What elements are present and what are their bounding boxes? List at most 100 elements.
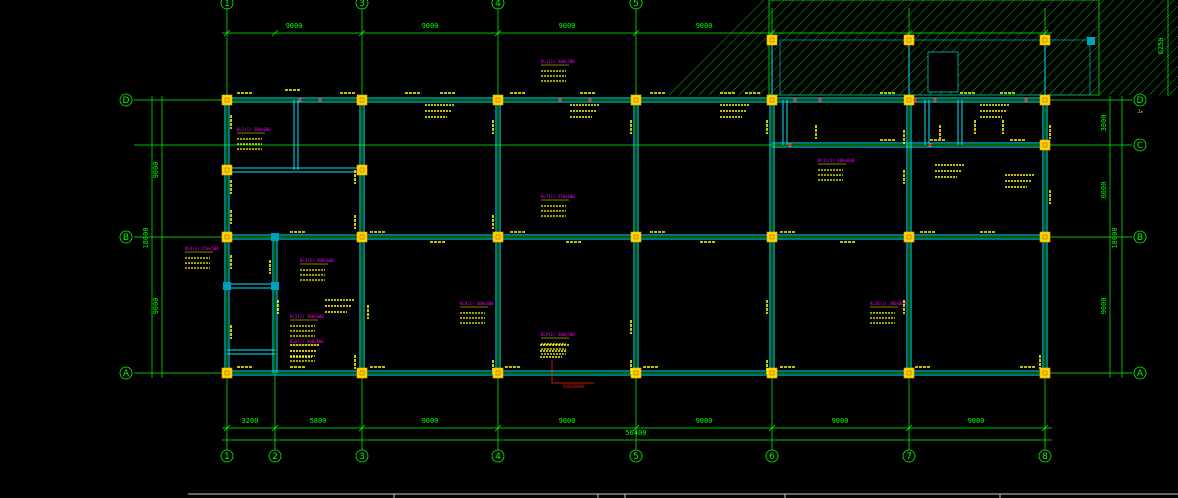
hatch-line [1118, 35, 1178, 96]
axis-bubble-top-3-label: 3 [359, 0, 365, 9]
axis-bubble-bottom-1-label: 1 [224, 452, 230, 462]
beam-label: KL7(1) 250x600 [541, 194, 575, 199]
column [221, 367, 233, 379]
red-marker-dot [928, 143, 932, 147]
dim-left-total: 18000 [142, 227, 150, 248]
axis-bubble-left-D-label: D [123, 96, 130, 106]
column [903, 34, 915, 46]
hatched-roof-area [668, 0, 1178, 96]
dim-right-1: 9000 [1100, 298, 1108, 315]
column-small [271, 233, 279, 241]
column [630, 367, 642, 379]
hatch-line [688, 0, 785, 96]
dim-top-4: 9000 [696, 22, 713, 30]
red-tag-text: XXXXXXXXX [563, 384, 585, 389]
axis-bubble-bottom-8-label: 8 [1042, 452, 1048, 462]
dim-bottom-1: 3200 [242, 417, 259, 425]
hatch-line [1028, 0, 1125, 96]
axis-bubble-bottom-3-label: 3 [359, 452, 365, 462]
column [903, 231, 915, 243]
dim-right-4: 18000 [1111, 227, 1119, 248]
column [356, 94, 368, 106]
dim-total: 56400 [625, 429, 646, 437]
hatch-line [958, 0, 1055, 96]
hatch-line [818, 0, 915, 96]
hatch-line [998, 0, 1095, 96]
hatch-line [728, 0, 825, 96]
dim-bottom-2: 5800 [310, 417, 327, 425]
annotation-2x: 2x [1138, 109, 1143, 114]
column [766, 231, 778, 243]
column [356, 367, 368, 379]
dim-right-3: 3000 [1100, 115, 1108, 132]
column [1039, 139, 1051, 151]
hatch-line [828, 0, 925, 96]
column [492, 367, 504, 379]
axis-bubble-bottom-6-label: 6 [769, 452, 775, 462]
column [356, 231, 368, 243]
column [1039, 231, 1051, 243]
beam-label: KL3(2) 300x600 [300, 258, 334, 263]
red-marker-dot [818, 98, 822, 102]
dim-bottom-4: 9000 [559, 417, 576, 425]
beam-label: KL1(1) 300x700 [541, 59, 575, 64]
column [221, 94, 233, 106]
beam-label: KL10(1) 300x600 [870, 301, 907, 306]
axis-bubble-bottom-5-label: 5 [633, 452, 639, 462]
hatch-line [1018, 0, 1115, 96]
beam-label: KL6(1) 300x600 [290, 339, 324, 344]
columns [221, 34, 1095, 379]
beam-label: KL11(1) 300x600 [818, 158, 855, 163]
dim-left-1: 9000 [152, 298, 160, 315]
column [630, 231, 642, 243]
beam-label: KL9(2) 300x700 [541, 332, 575, 337]
hatch-line [1068, 0, 1165, 96]
hatch-line [708, 0, 805, 96]
column [903, 367, 915, 379]
axis-bubble-bottom-7-label: 7 [906, 452, 912, 462]
dim-bottom-5: 9000 [696, 417, 713, 425]
red-marker-dot [298, 98, 302, 102]
dim-top: 9000 9000 9000 9000 [286, 22, 713, 30]
hatch-line [768, 0, 865, 96]
axis-bubble-top-4-label: 4 [495, 0, 501, 9]
axis-bubble-top-1-label: 1 [224, 0, 230, 9]
axis-bubble-right-B-label: B [1137, 233, 1143, 243]
red-marker-dot [913, 98, 917, 102]
dim-right-2: 6000 [1100, 182, 1108, 199]
hatch-line [1058, 0, 1155, 96]
column [766, 34, 778, 46]
column [221, 164, 233, 176]
hatch-line [758, 0, 855, 96]
hatch-line [978, 0, 1075, 96]
column [356, 164, 368, 176]
hatch-line [718, 0, 815, 96]
axis-bubble-bottom-4-label: 4 [495, 452, 501, 462]
beam-label: KL5(1) 300x600 [290, 314, 324, 319]
column [903, 94, 915, 106]
structural-plan-canvas: KL2(1) 300x600 KL1(1) 300x700 KL3(2) 300x6… [119, 0, 1178, 498]
hatch-line [778, 0, 875, 96]
red-marker-dot [793, 98, 797, 102]
axis-bubbles: 1 1 2 3 3 4 4 5 5 6 7 8 A A B B C D D [119, 0, 1147, 463]
column [630, 94, 642, 106]
column [492, 231, 504, 243]
hatch-line [988, 0, 1085, 96]
hatch-line [948, 0, 1045, 96]
hatch-line [838, 0, 935, 96]
axis-bubble-top-5-label: 5 [633, 0, 639, 9]
hatch-line [1038, 0, 1135, 96]
column [766, 367, 778, 379]
column-small [223, 282, 231, 290]
column-small [271, 282, 279, 290]
dim-right-top: 6250 [1157, 38, 1165, 55]
red-marker-dot [588, 98, 592, 102]
dim-top-1: 9000 [286, 22, 303, 30]
red-marker-dot [558, 98, 562, 102]
hatch-line [668, 0, 765, 96]
column-small [1087, 37, 1095, 45]
beam-label: KL4(1) 250x500 [185, 246, 219, 251]
hatch-line [798, 0, 895, 96]
column [1039, 367, 1051, 379]
hatch-line [808, 0, 905, 96]
